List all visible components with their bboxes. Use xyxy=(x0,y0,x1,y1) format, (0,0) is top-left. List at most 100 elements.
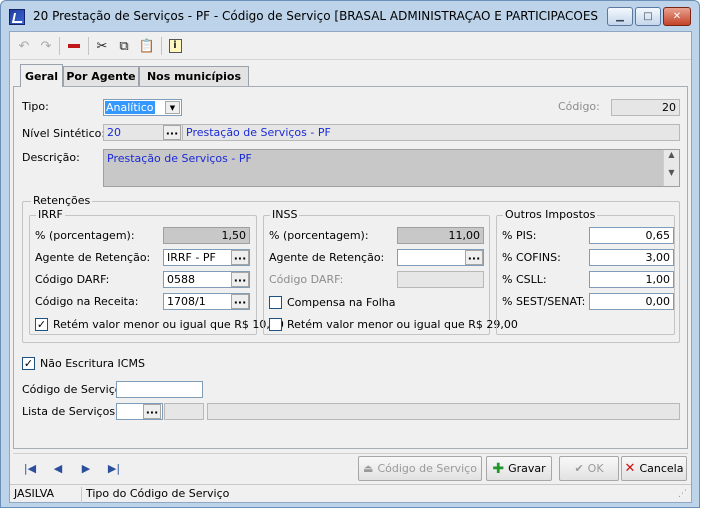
descricao-text: Prestação de Serviços - PF xyxy=(107,152,252,165)
tab-geral[interactable]: Geral xyxy=(20,64,63,87)
status-message: Tipo do Código de Serviço xyxy=(86,487,230,500)
delete-icon[interactable] xyxy=(64,37,84,55)
navigation-bar: |◀ ◀ ▶ ▶| ⏏ Código de Serviço ✚ Gravar ✔… xyxy=(13,453,688,481)
codigo-field[interactable]: 20 xyxy=(611,99,680,116)
csll-label: % CSLL: xyxy=(502,273,547,286)
nivel-sintetico-label: Nível Sintético: xyxy=(22,127,106,140)
inss-legend: INSS xyxy=(270,208,300,221)
sest-senat-label: % SEST/SENAT: xyxy=(502,295,586,308)
descricao-label: Descrição: xyxy=(22,151,80,164)
last-record-icon[interactable]: ▶| xyxy=(101,457,127,479)
toolbar-separator xyxy=(59,37,60,55)
cancel-x-icon: ✕ xyxy=(624,461,636,476)
pis-field[interactable]: 0,65 xyxy=(589,227,674,244)
inss-porcentagem-label: % (porcentagem): xyxy=(269,229,369,242)
codigo-label: Código: xyxy=(558,100,600,113)
first-record-icon[interactable]: |◀ xyxy=(17,457,43,479)
irrf-retem-checkbox[interactable]: ✓ xyxy=(35,318,48,331)
checkmark-icon: ✔ xyxy=(574,462,584,475)
tab-nos-municipios[interactable]: Nos municípios xyxy=(139,66,249,86)
toolbar-separator xyxy=(161,37,162,55)
status-user: JASILVA xyxy=(10,487,82,503)
irrf-darf-lookup[interactable]: ··· xyxy=(231,272,249,287)
close-button[interactable]: ✕ xyxy=(663,7,691,26)
sest-senat-field[interactable]: 0,00 xyxy=(589,293,674,310)
irrf-porcentagem-label: % (porcentagem): xyxy=(35,229,135,242)
lista-servicos-label: Lista de Serviços: xyxy=(22,405,119,418)
redo-icon[interactable]: ↷ xyxy=(36,37,56,55)
nao-escritura-checkbox[interactable]: ✓ xyxy=(22,357,35,370)
inss-group: INSS % (porcentagem): 11,00 Agente de Re… xyxy=(263,208,518,335)
gravar-button-label: Gravar xyxy=(508,462,546,475)
main-window: 20 Prestação de Serviços - PF - Código d… xyxy=(0,0,700,508)
chevron-down-icon[interactable]: ▼ xyxy=(165,101,180,114)
descricao-scrollbar[interactable]: ▲ ▼ xyxy=(663,150,679,186)
codigo-servico-field[interactable] xyxy=(116,381,203,398)
inss-agente-lookup[interactable]: ··· xyxy=(465,250,483,265)
undo-icon[interactable]: ↶ xyxy=(14,37,34,55)
codigo-servico-label: Código de Serviço: xyxy=(22,383,126,396)
retencoes-legend: Retenções xyxy=(31,194,93,207)
inss-darf-label: Código DARF: xyxy=(269,273,344,286)
ok-button[interactable]: ✔ OK xyxy=(559,456,619,481)
outros-impostos-group: Outros Impostos % PIS: 0,65 % COFINS: 3,… xyxy=(496,208,675,335)
previous-record-icon[interactable]: ◀ xyxy=(45,457,71,479)
inss-porcentagem-field[interactable]: 11,00 xyxy=(397,227,484,244)
cancelar-button[interactable]: ✕ Cancela xyxy=(621,456,687,481)
inss-compensa-checkbox[interactable] xyxy=(269,296,282,309)
tab-por-agente[interactable]: Por Agente xyxy=(63,66,139,86)
client-area: ↶ ↷ ✂ ⧉ 📋 i Geral Por Agente Nos municíp… xyxy=(9,31,692,503)
lista-servicos-code-display xyxy=(164,403,204,420)
retencoes-group: Retenções IRRF % (porcentagem): 1,50 Age… xyxy=(22,194,680,343)
inss-agente-label: Agente de Retenção: xyxy=(269,251,385,264)
codigo-servico-button[interactable]: ⏏ Código de Serviço xyxy=(358,456,482,481)
toolbar: ↶ ↷ ✂ ⧉ 📋 i xyxy=(10,32,691,60)
irrf-legend: IRRF xyxy=(36,208,65,221)
lista-servicos-desc-display xyxy=(207,403,680,420)
ok-button-label: OK xyxy=(587,462,604,475)
paste-icon[interactable]: 📋 xyxy=(137,37,157,55)
next-record-icon[interactable]: ▶ xyxy=(73,457,99,479)
tab-panel-geral: Tipo: Analítico ▼ Código: 20 Nível Sinté… xyxy=(13,86,688,449)
irrf-group: IRRF % (porcentagem): 1,50 Agente de Ret… xyxy=(29,208,284,335)
plus-icon: ✚ xyxy=(492,460,505,477)
irrf-agente-label: Agente de Retenção: xyxy=(35,251,151,264)
inss-retem-label: Retém valor menor ou igual que R$ 29,00 xyxy=(287,318,518,331)
tipo-label: Tipo: xyxy=(22,100,49,113)
irrf-receita-label: Código na Receita: xyxy=(35,295,139,308)
cut-icon[interactable]: ✂ xyxy=(92,37,112,55)
cancelar-button-label: Cancela xyxy=(639,462,684,475)
irrf-receita-lookup[interactable]: ··· xyxy=(231,294,249,309)
maximize-button[interactable]: □ xyxy=(635,7,661,26)
info-icon[interactable]: i xyxy=(165,37,185,55)
descricao-textarea[interactable]: Prestação de Serviços - PF ▲ ▼ xyxy=(103,149,680,187)
irrf-darf-label: Código DARF: xyxy=(35,273,110,286)
nivel-sintetico-desc: Prestação de Serviços - PF xyxy=(182,124,680,141)
tipo-select[interactable]: Analítico ▼ xyxy=(103,99,182,116)
nao-escritura-label: Não Escritura ICMS xyxy=(40,357,145,370)
pis-label: % PIS: xyxy=(502,229,537,242)
irrf-porcentagem-field[interactable]: 1,50 xyxy=(163,227,250,244)
gravar-button[interactable]: ✚ Gravar xyxy=(486,456,552,481)
title-bar[interactable]: 20 Prestação de Serviços - PF - Código d… xyxy=(1,1,699,29)
copy-icon[interactable]: ⧉ xyxy=(114,37,134,55)
codigo-servico-button-label: Código de Serviço xyxy=(377,462,477,475)
resize-grip-icon[interactable]: ⋰ xyxy=(678,489,689,501)
minimize-button[interactable]: ▁ xyxy=(607,7,633,26)
eject-icon: ⏏ xyxy=(363,462,374,475)
tipo-selected-value: Analítico xyxy=(105,101,155,114)
csll-field[interactable]: 1,00 xyxy=(589,271,674,288)
inss-darf-field[interactable] xyxy=(397,271,484,288)
window-title: 20 Prestação de Serviços - PF - Código d… xyxy=(33,9,603,23)
inss-compensa-label: Compensa na Folha xyxy=(287,296,396,309)
irrf-retem-label: Retém valor menor ou igual que R$ 10,00 xyxy=(53,318,284,331)
irrf-agente-lookup[interactable]: ··· xyxy=(231,250,249,265)
nivel-lookup-button[interactable]: ··· xyxy=(163,125,181,140)
status-bar: JASILVA Tipo do Código de Serviço ⋰ xyxy=(10,484,691,503)
toolbar-separator xyxy=(88,37,89,55)
outros-impostos-legend: Outros Impostos xyxy=(503,208,598,221)
cofins-field[interactable]: 3,00 xyxy=(589,249,674,266)
inss-retem-checkbox[interactable] xyxy=(269,318,282,331)
lista-servicos-lookup[interactable]: ··· xyxy=(143,404,161,419)
app-logo-icon xyxy=(9,9,25,25)
